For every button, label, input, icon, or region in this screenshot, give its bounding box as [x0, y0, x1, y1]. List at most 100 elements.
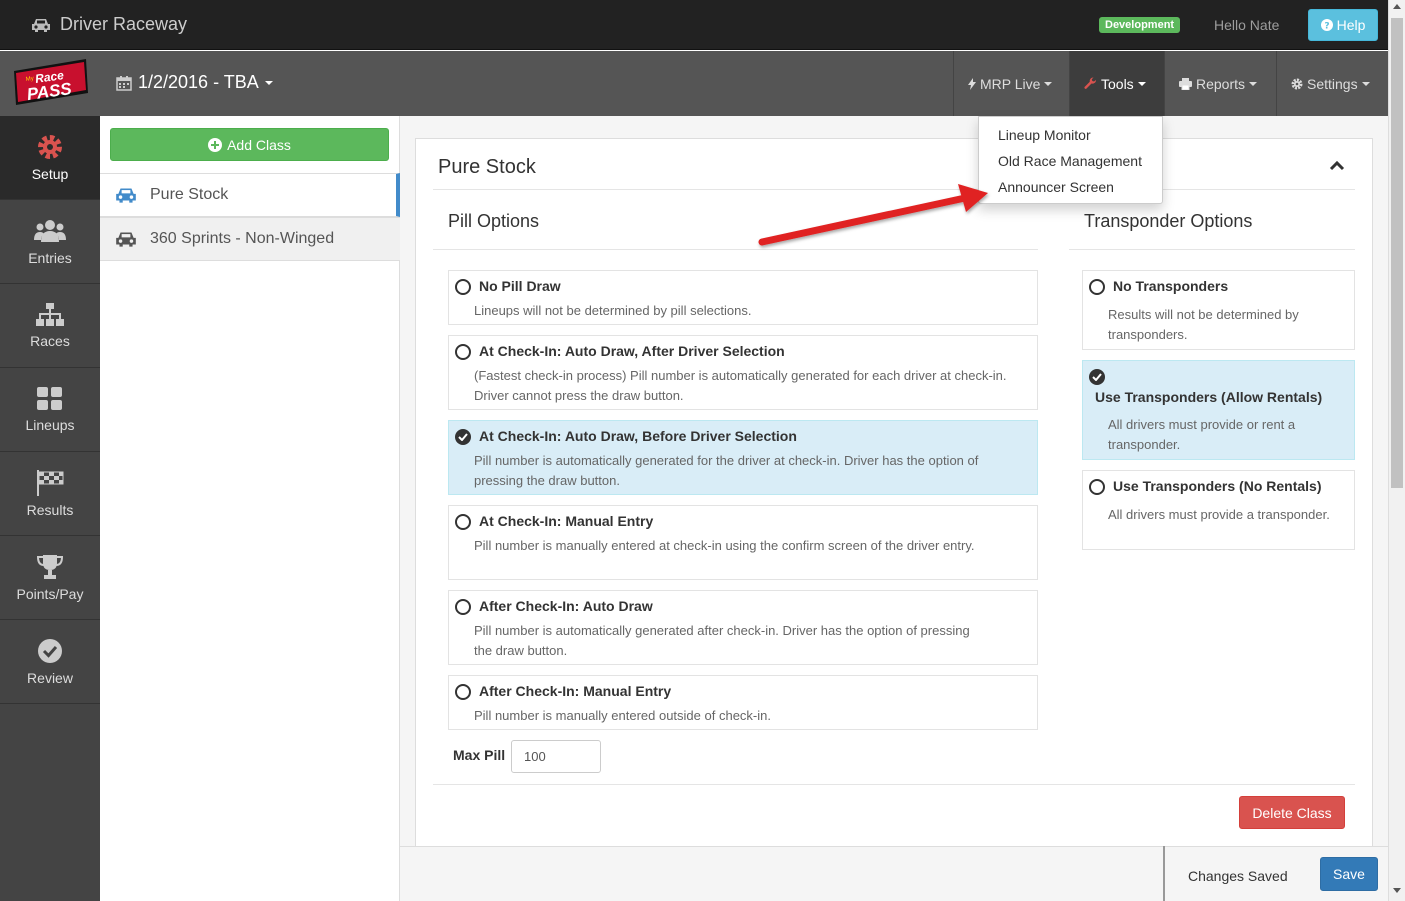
menu-item-announcer-screen[interactable]: Announcer Screen [998, 179, 1114, 195]
radio-unchecked-icon[interactable] [1089, 279, 1105, 295]
option-title: At Check-In: Auto Draw, Before Driver Se… [479, 428, 797, 444]
option-title: After Check-In: Auto Draw [479, 598, 653, 614]
page-scrollbar[interactable] [1388, 0, 1405, 901]
transponder-option-allow-rentals[interactable]: Use Transponders (Allow Rentals) All dri… [1082, 360, 1355, 460]
event-date-selector[interactable]: 1/2/2016 - TBA [116, 72, 273, 93]
grid-icon [37, 386, 62, 410]
class-item-360-sprints[interactable]: 360 Sprints - Non-Winged [100, 217, 400, 261]
annotation-arrow [758, 184, 988, 246]
class-item-pure-stock[interactable]: Pure Stock [100, 173, 400, 217]
svg-text:My: My [25, 76, 34, 83]
chevron-down-icon [1249, 81, 1258, 86]
scroll-down-arrow-icon[interactable] [1393, 888, 1401, 893]
user-greeting[interactable]: Hello Nate [1214, 17, 1279, 33]
pill-option-checkin-auto-before[interactable]: At Check-In: Auto Draw, Before Driver Se… [448, 420, 1038, 495]
transponder-option-no-rentals[interactable]: Use Transponders (No Rentals) All driver… [1082, 470, 1355, 550]
plus-circle-icon [208, 137, 223, 152]
save-status-text: Changes Saved [1188, 868, 1288, 884]
radio-unchecked-icon[interactable] [455, 514, 471, 530]
panel-title: Pure Stock [438, 156, 536, 178]
sidebar-item-label: Points/Pay [16, 585, 84, 602]
chevron-down-icon [1137, 81, 1146, 86]
chevron-up-icon[interactable] [1329, 158, 1345, 174]
question-circle-icon: ? [1320, 19, 1333, 32]
calendar-icon [116, 75, 132, 91]
pill-option-after-checkin-auto[interactable]: After Check-In: Auto Draw Pill number is… [448, 590, 1038, 665]
help-label: Help [1336, 17, 1366, 33]
sidebar-item-review[interactable]: Review [0, 620, 100, 704]
environment-badge: Development [1099, 17, 1181, 33]
check-circle-icon[interactable] [455, 429, 471, 445]
option-description: Lineups will not be determined by pill s… [474, 303, 752, 318]
nav-settings[interactable]: Settings [1276, 51, 1388, 116]
option-description: Pill number is manually entered at check… [474, 538, 975, 553]
help-button[interactable]: ? Help [1308, 9, 1378, 41]
pill-option-checkin-manual[interactable]: At Check-In: Manual Entry Pill number is… [448, 505, 1038, 580]
add-class-button[interactable]: Add Class [110, 128, 389, 161]
sidebar-item-label: Review [27, 669, 73, 686]
nav-tools-label: Tools [1101, 75, 1134, 92]
sidebar-item-entries[interactable]: Entries [0, 200, 100, 284]
chevron-down-icon [264, 80, 273, 85]
radio-unchecked-icon[interactable] [455, 684, 471, 700]
sidebar-item-results[interactable]: Results [0, 452, 100, 536]
gear-icon [1291, 78, 1303, 89]
section-divider [1069, 249, 1355, 250]
class-item-label: Pure Stock [150, 186, 229, 203]
flag-icon [37, 469, 64, 496]
main-sidebar: Setup Entries Races Lineups Results Poin… [0, 116, 100, 901]
pill-option-checkin-auto-after[interactable]: At Check-In: Auto Draw, After Driver Sel… [448, 335, 1038, 410]
radio-unchecked-icon[interactable] [455, 599, 471, 615]
nav-reports[interactable]: Reports [1164, 51, 1276, 116]
app-title-text: Driver Raceway [60, 14, 188, 34]
nav-mrp-live[interactable]: MRP Live [953, 51, 1069, 116]
sidebar-item-setup[interactable]: Setup [0, 116, 100, 200]
pill-option-after-checkin-manual[interactable]: After Check-In: Manual Entry Pill number… [448, 675, 1038, 730]
option-title: Use Transponders (No Rentals) [1113, 478, 1322, 494]
transponder-option-none[interactable]: No Transponders Results will not be dete… [1082, 270, 1355, 350]
car-icon [116, 232, 136, 247]
bolt-icon [968, 77, 976, 90]
event-date-label: 1/2/2016 - TBA [138, 72, 259, 92]
class-list-column: Add Class Pure Stock 360 Sprints - Non-W… [100, 116, 400, 901]
check-circle-icon[interactable] [1089, 369, 1105, 385]
scrollbar-thumb[interactable] [1391, 18, 1403, 488]
gear-icon [38, 134, 62, 159]
option-title: No Pill Draw [479, 278, 561, 294]
option-description: All drivers must provide a transponder. [1108, 507, 1330, 522]
check-circle-icon [38, 638, 62, 663]
print-icon [1179, 77, 1192, 90]
svg-text:?: ? [1324, 22, 1329, 32]
option-description: Pill number is manually entered outside … [474, 708, 771, 723]
menu-item-lineup-monitor[interactable]: Lineup Monitor [998, 127, 1091, 143]
nav-reports-label: Reports [1196, 75, 1246, 92]
nav-settings-label: Settings [1307, 75, 1358, 92]
option-title: No Transponders [1113, 278, 1229, 294]
top-navbar: Driver Raceway Development Hello Nate ? … [0, 0, 1405, 50]
sidebar-item-lineups[interactable]: Lineups [0, 368, 100, 452]
max-pill-input[interactable] [511, 740, 601, 773]
menu-item-old-race-management[interactable]: Old Race Management [998, 153, 1142, 169]
radio-unchecked-icon[interactable] [455, 279, 471, 295]
option-title: After Check-In: Manual Entry [479, 683, 672, 699]
option-description: Pill number is automatically generated a… [474, 623, 970, 658]
transponder-options-title: Transponder Options [1084, 211, 1253, 231]
sidebar-item-label: Setup [31, 165, 69, 182]
sidebar-item-label: Entries [28, 249, 72, 266]
sidebar-item-label: Lineups [25, 416, 75, 433]
pill-option-no-pill-draw[interactable]: No Pill Draw Lineups will not be determi… [448, 270, 1038, 325]
panel-footer-divider [433, 784, 1355, 785]
myracepass-logo[interactable]: Race PASS My [10, 57, 90, 109]
sidebar-item-points-pay[interactable]: Points/Pay [0, 536, 100, 620]
class-item-label: 360 Sprints - Non-Winged [150, 230, 335, 247]
footer-separator [1163, 846, 1165, 901]
nav-tools[interactable]: Tools [1069, 51, 1164, 116]
sidebar-item-races[interactable]: Races [0, 284, 100, 368]
save-button[interactable]: Save [1320, 857, 1378, 891]
radio-unchecked-icon[interactable] [1089, 479, 1105, 495]
radio-unchecked-icon[interactable] [455, 344, 471, 360]
delete-class-button[interactable]: Delete Class [1239, 796, 1345, 829]
app-title[interactable]: Driver Raceway [30, 14, 187, 35]
scroll-up-arrow-icon[interactable] [1393, 4, 1401, 9]
max-pill-label: Max Pill [453, 747, 506, 763]
